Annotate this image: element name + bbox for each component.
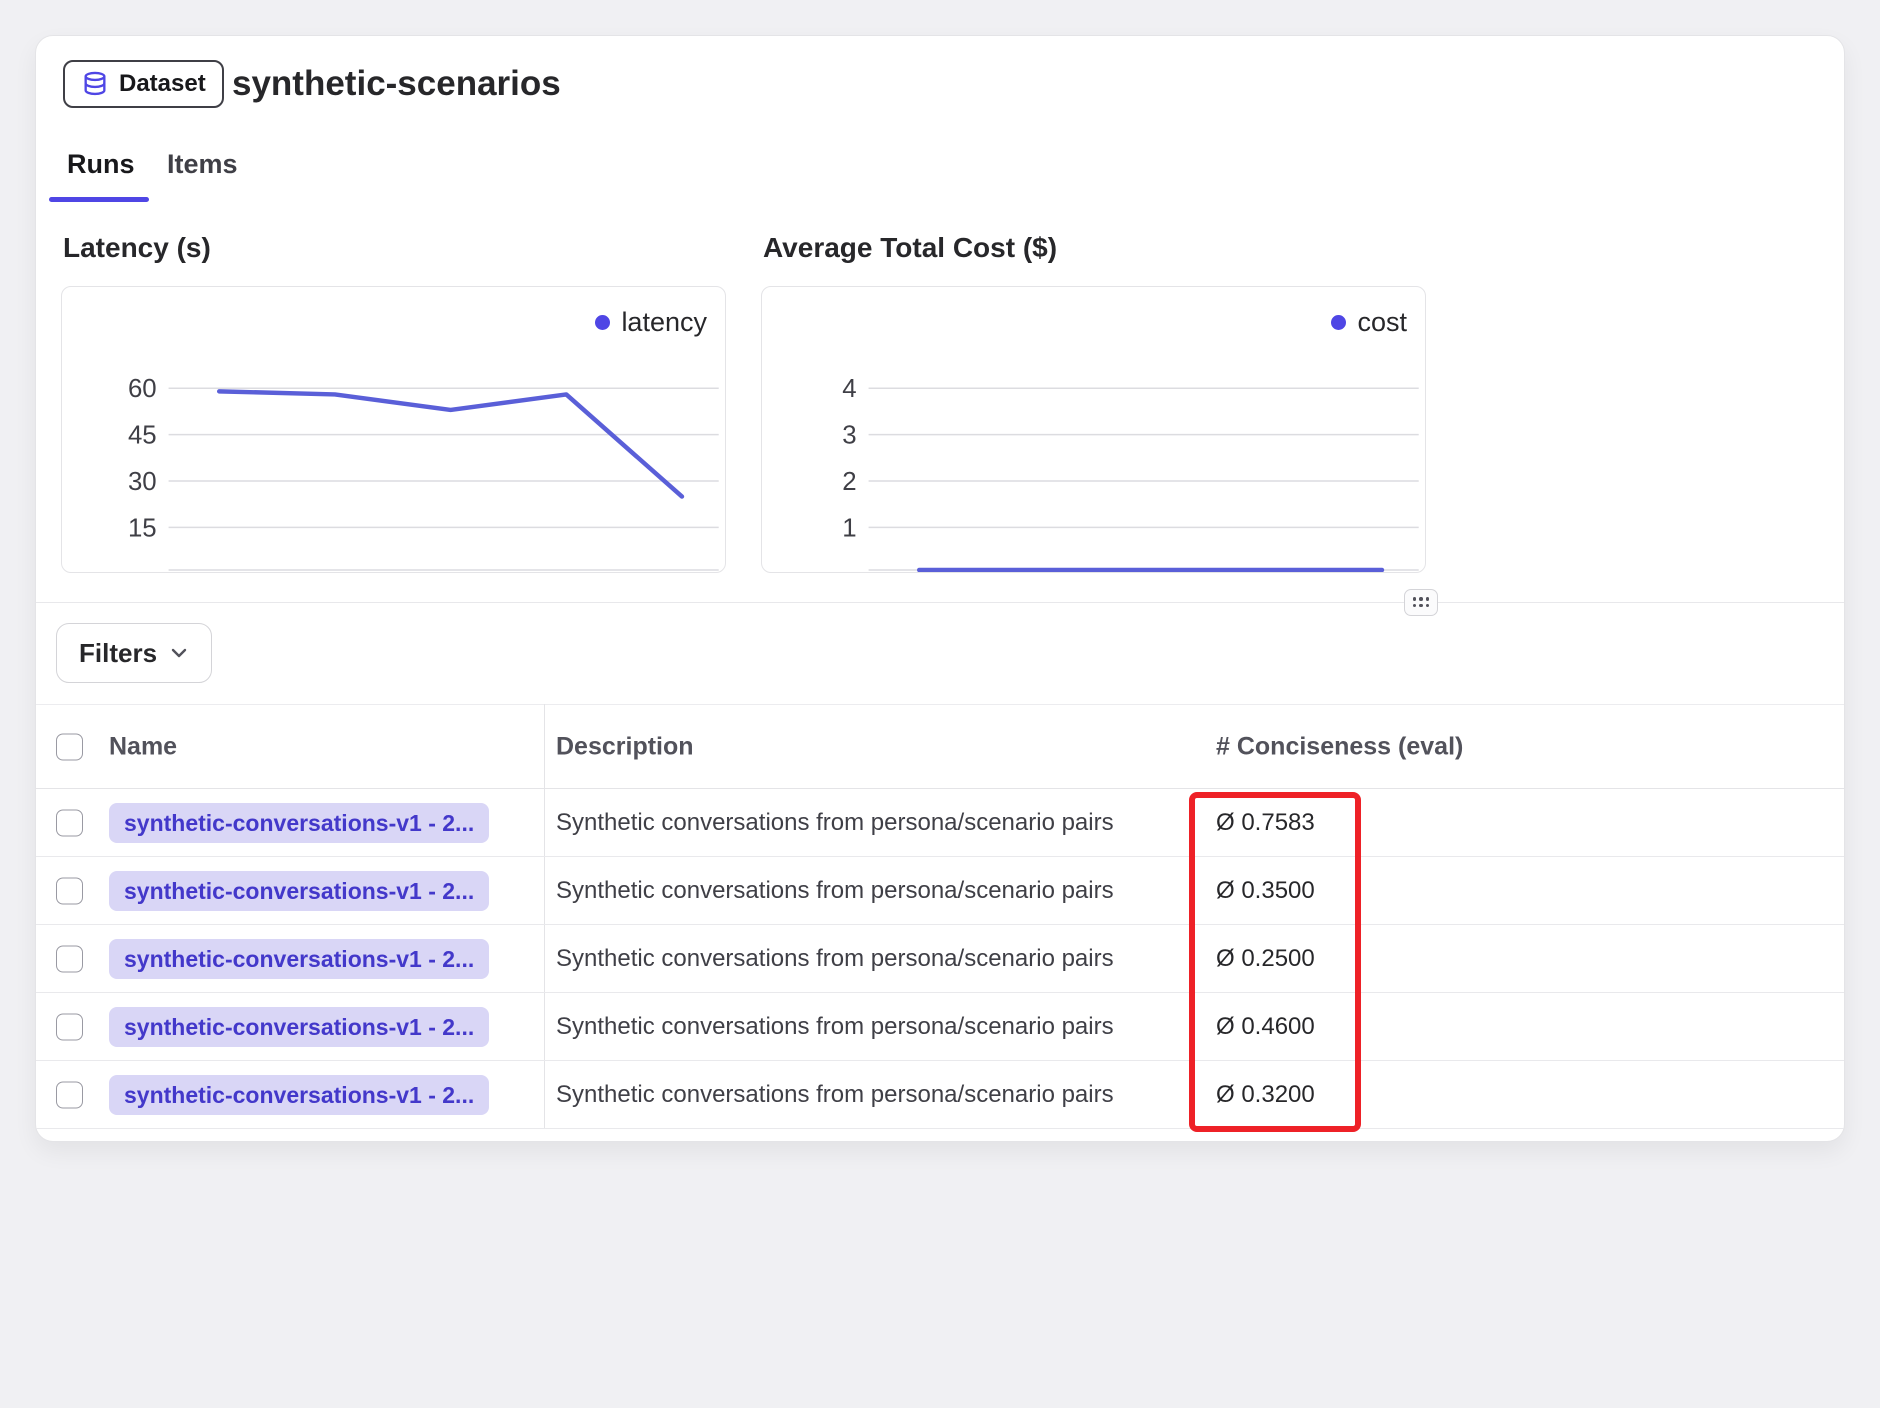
run-name-badge[interactable]: synthetic-conversations-v1 - 2... xyxy=(109,871,489,911)
run-description: Synthetic conversations from persona/sce… xyxy=(556,809,1114,837)
svg-text:15: 15 xyxy=(128,514,157,542)
run-name-badge[interactable]: synthetic-conversations-v1 - 2... xyxy=(109,939,489,979)
page-title: synthetic-scenarios xyxy=(232,60,561,108)
table-row: synthetic-conversations-v1 - 2... Synthe… xyxy=(36,789,1844,857)
chevron-down-icon xyxy=(169,643,189,663)
dataset-badge-label: Dataset xyxy=(119,70,206,98)
panel-resize-handle[interactable] xyxy=(1404,589,1438,616)
dataset-card: Dataset synthetic-scenarios Runs Items L… xyxy=(35,35,1845,1142)
conciseness-value: Ø 0.7583 xyxy=(1216,809,1315,837)
svg-text:2: 2 xyxy=(842,468,856,496)
legend-label: latency xyxy=(621,307,707,338)
cost-chart-title: Average Total Cost ($) xyxy=(763,232,1057,264)
svg-text:30: 30 xyxy=(128,468,157,496)
run-description: Synthetic conversations from persona/sce… xyxy=(556,1013,1114,1041)
row-checkbox[interactable] xyxy=(56,945,83,972)
latency-chart-title: Latency (s) xyxy=(63,232,211,264)
table-body: synthetic-conversations-v1 - 2... Synthe… xyxy=(36,789,1844,1129)
conciseness-value: Ø 0.3500 xyxy=(1216,877,1315,905)
tab-runs[interactable]: Runs xyxy=(67,144,135,184)
svg-text:3: 3 xyxy=(842,422,856,450)
conciseness-value: Ø 0.3200 xyxy=(1216,1081,1315,1109)
row-checkbox[interactable] xyxy=(56,1081,83,1108)
run-description: Synthetic conversations from persona/sce… xyxy=(556,877,1114,905)
svg-text:45: 45 xyxy=(128,422,157,450)
filters-button[interactable]: Filters xyxy=(56,623,212,683)
legend-label: cost xyxy=(1357,307,1407,338)
run-name-badge[interactable]: synthetic-conversations-v1 - 2... xyxy=(109,1007,489,1047)
conciseness-value: Ø 0.2500 xyxy=(1216,945,1315,973)
latency-chart: latency 60 45 30 15 xyxy=(61,286,726,573)
run-name-badge[interactable]: synthetic-conversations-v1 - 2... xyxy=(109,1075,489,1115)
database-icon xyxy=(81,70,109,98)
row-checkbox[interactable] xyxy=(56,1013,83,1040)
run-name-badge[interactable]: synthetic-conversations-v1 - 2... xyxy=(109,803,489,843)
table-header-row: Name Description # Conciseness (eval) xyxy=(36,704,1844,789)
row-checkbox[interactable] xyxy=(56,809,83,836)
run-description: Synthetic conversations from persona/sce… xyxy=(556,945,1114,973)
svg-text:1: 1 xyxy=(842,514,856,542)
section-divider xyxy=(36,602,1844,603)
svg-text:4: 4 xyxy=(842,375,856,403)
select-all-checkbox[interactable] xyxy=(56,733,83,760)
cost-chart: cost 4 3 2 1 xyxy=(761,286,1426,573)
dataset-badge: Dataset xyxy=(63,60,224,108)
active-tab-underline xyxy=(49,197,149,202)
legend-dot-icon xyxy=(595,315,610,330)
cost-line-plot: 4 3 2 1 xyxy=(762,287,1425,572)
table-row: synthetic-conversations-v1 - 2... Synthe… xyxy=(36,1061,1844,1129)
conciseness-value: Ø 0.4600 xyxy=(1216,1013,1315,1041)
legend-dot-icon xyxy=(1331,315,1346,330)
latency-legend: latency xyxy=(595,307,707,338)
run-description: Synthetic conversations from persona/sce… xyxy=(556,1081,1114,1109)
row-checkbox[interactable] xyxy=(56,877,83,904)
table-row: synthetic-conversations-v1 - 2... Synthe… xyxy=(36,857,1844,925)
svg-text:60: 60 xyxy=(128,375,157,403)
column-header-name: Name xyxy=(109,732,177,761)
table-row: synthetic-conversations-v1 - 2... Synthe… xyxy=(36,993,1844,1061)
cost-legend: cost xyxy=(1331,307,1407,338)
grip-dots-icon xyxy=(1413,597,1430,608)
column-header-conciseness: # Conciseness (eval) xyxy=(1216,732,1463,761)
column-header-description: Description xyxy=(556,732,694,761)
tab-items[interactable]: Items xyxy=(167,144,238,184)
filters-button-label: Filters xyxy=(79,638,157,669)
table-row: synthetic-conversations-v1 - 2... Synthe… xyxy=(36,925,1844,993)
